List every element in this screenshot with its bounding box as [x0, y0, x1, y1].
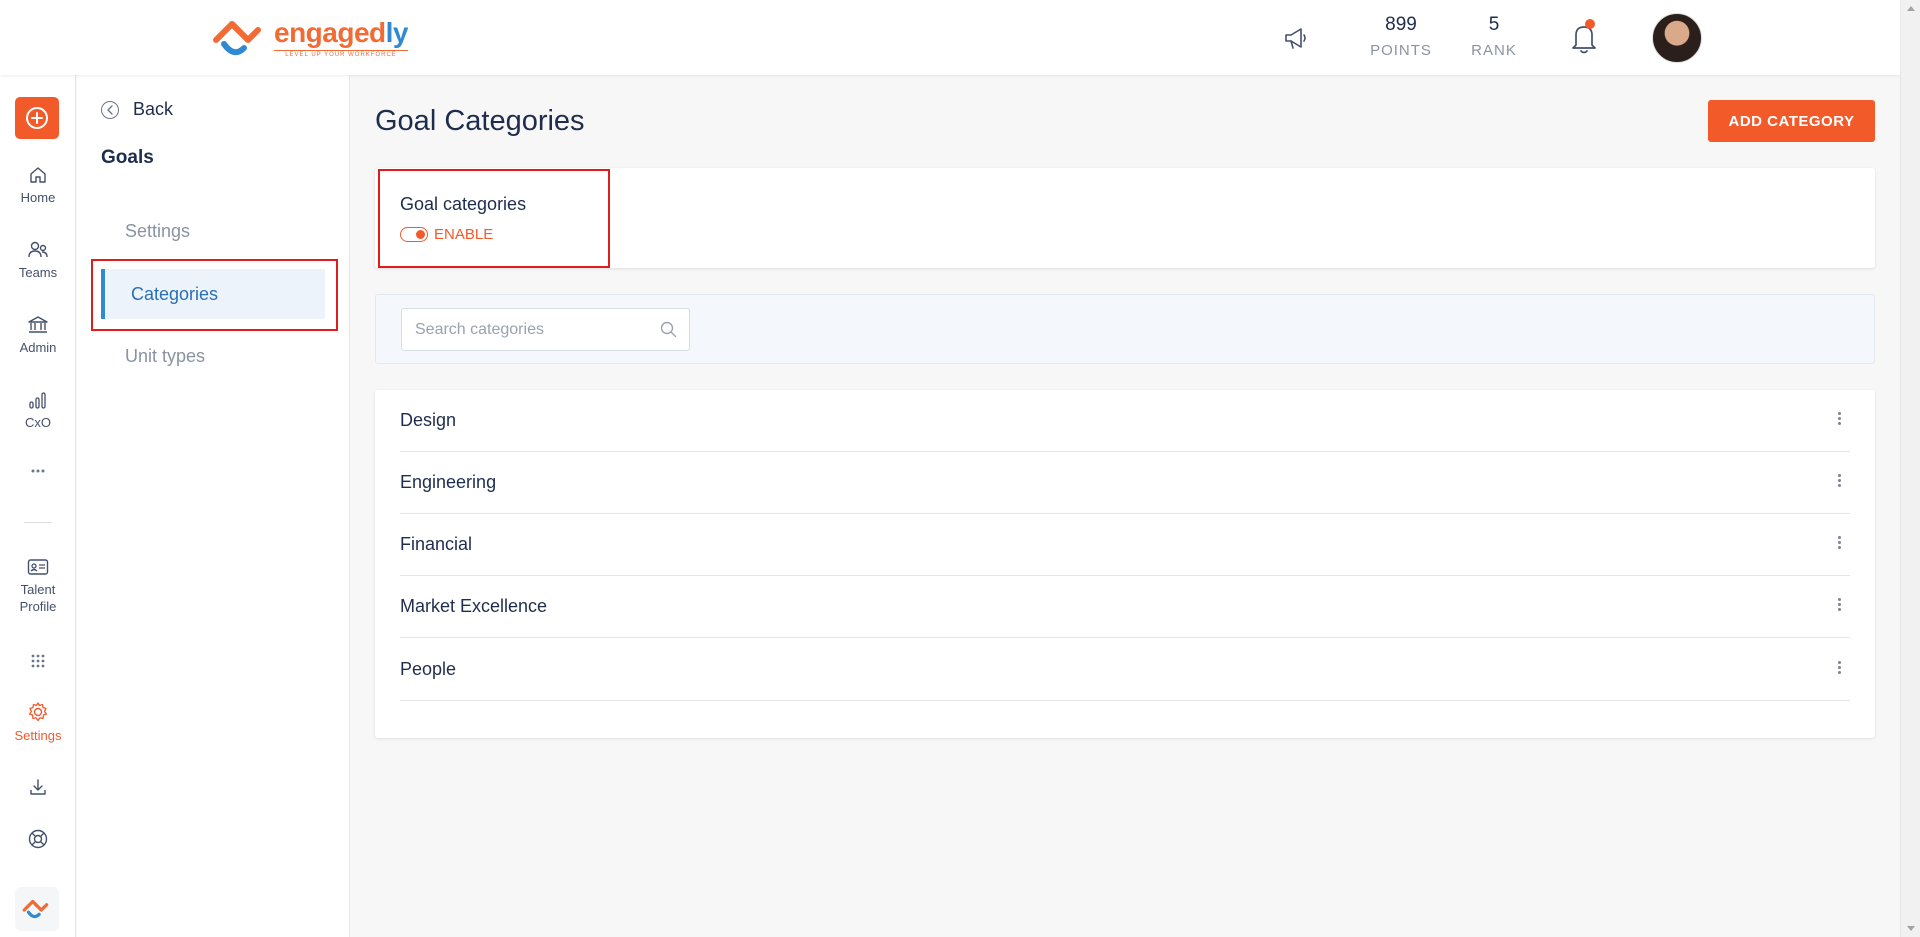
engagedly-logo-icon — [213, 21, 261, 56]
list-item[interactable]: Engineering — [400, 452, 1850, 514]
points-label: POINTS — [1370, 42, 1432, 59]
download-icon — [30, 779, 46, 795]
logo-word-part1: engaged — [274, 16, 386, 48]
kebab-menu-icon[interactable] — [1838, 661, 1842, 676]
notification-bell-icon[interactable] — [1568, 20, 1600, 56]
rank-label: RANK — [1471, 42, 1517, 59]
kebab-menu-icon[interactable] — [1838, 536, 1842, 551]
back-link[interactable]: Back — [101, 99, 173, 120]
rank-stat[interactable]: 5 RANK — [1464, 14, 1524, 59]
rail-brand-logo[interactable] — [15, 887, 59, 931]
points-stat[interactable]: 899 POINTS — [1356, 14, 1446, 59]
category-name: Financial — [400, 534, 473, 554]
rail-divider — [24, 522, 52, 523]
notification-dot — [1585, 19, 1595, 29]
rail-label-talent-profile: Talent Profile — [19, 582, 57, 614]
rail-item-help[interactable] — [0, 828, 76, 855]
gear-icon — [28, 702, 48, 722]
subnav-item-unit-types[interactable]: Unit types — [101, 331, 325, 381]
scroll-down-icon[interactable] — [1907, 926, 1915, 931]
rail-label-settings: Settings — [14, 728, 62, 743]
list-item[interactable]: Market Excellence — [400, 576, 1850, 638]
rail-item-talent-profile[interactable]: Talent Profile — [0, 558, 76, 615]
search-input[interactable] — [402, 309, 642, 350]
kebab-menu-icon[interactable] — [1838, 412, 1842, 427]
top-bar: engagedly LEVEL UP YOUR WORKFORCE 899 PO… — [0, 0, 1900, 75]
left-rail: Home Teams Admin CxO Talent Profile Sett… — [0, 75, 76, 937]
search-box[interactable] — [401, 308, 690, 351]
logo-tagline: LEVEL UP YOUR WORKFORCE — [274, 49, 408, 58]
highlight-box-toggle — [378, 169, 610, 268]
logo-word-part2: ly — [385, 16, 409, 48]
more-horizontal-icon — [31, 469, 45, 473]
rail-item-home[interactable]: Home — [0, 165, 76, 205]
page-title: Goal Categories — [375, 105, 585, 137]
engagedly-mark-icon — [22, 899, 49, 919]
list-item[interactable]: People — [400, 639, 1850, 701]
search-icon[interactable] — [660, 321, 677, 338]
scroll-up-icon[interactable] — [1907, 6, 1915, 11]
rail-item-download[interactable] — [0, 777, 76, 802]
bank-icon — [28, 316, 48, 333]
apps-grid-icon — [31, 654, 45, 668]
search-panel — [375, 294, 1875, 364]
category-name: Engineering — [400, 472, 497, 492]
rail-item-teams[interactable]: Teams — [0, 240, 76, 280]
engagedly-logo[interactable]: engagedly LEVEL UP YOUR WORKFORCE — [210, 14, 409, 62]
teams-icon — [28, 241, 48, 258]
lifebuoy-icon — [28, 829, 48, 849]
subnav-title: Goals — [101, 147, 154, 168]
rail-item-cxo[interactable]: CxO — [0, 390, 76, 430]
page-scrollbar[interactable] — [1900, 0, 1920, 937]
create-button[interactable] — [15, 97, 59, 139]
subnav-label-unit-types: Unit types — [125, 345, 206, 366]
back-label: Back — [133, 99, 174, 119]
rank-value: 5 — [1488, 14, 1500, 35]
category-name: Market Excellence — [400, 596, 548, 616]
plus-circle-icon — [26, 107, 48, 129]
add-category-button[interactable]: ADD CATEGORY — [1708, 100, 1875, 142]
kebab-menu-icon[interactable] — [1838, 474, 1842, 489]
bar-chart-icon — [29, 392, 46, 409]
subnav-item-settings[interactable]: Settings — [101, 206, 325, 256]
kebab-menu-icon[interactable] — [1838, 598, 1842, 613]
id-card-icon — [27, 559, 49, 575]
rail-label-home: Home — [20, 190, 56, 205]
megaphone-icon[interactable] — [1282, 24, 1310, 52]
subnav-label-settings: Settings — [125, 220, 191, 241]
list-item[interactable]: Design — [400, 390, 1850, 452]
category-name: Design — [400, 410, 457, 430]
rail-item-admin[interactable]: Admin — [0, 315, 76, 355]
list-item[interactable]: Financial — [400, 514, 1850, 576]
category-name: People — [400, 659, 457, 679]
rail-item-settings[interactable]: Settings — [0, 701, 76, 743]
settings-subnav: Back Goals Settings Categories Unit type… — [77, 75, 350, 937]
rail-label-admin: Admin — [19, 340, 57, 355]
rail-label-teams: Teams — [18, 265, 58, 280]
chevron-left-icon — [101, 100, 119, 119]
points-value: 899 — [1385, 14, 1417, 35]
rail-label-cxo: CxO — [25, 415, 51, 430]
user-avatar[interactable] — [1652, 13, 1702, 63]
rail-item-more[interactable] — [0, 467, 76, 480]
home-icon — [30, 167, 46, 183]
rail-item-apps[interactable] — [0, 652, 76, 675]
categories-list: Design Engineering Financial Market Exce… — [375, 390, 1875, 738]
highlight-box-categories — [91, 259, 338, 331]
